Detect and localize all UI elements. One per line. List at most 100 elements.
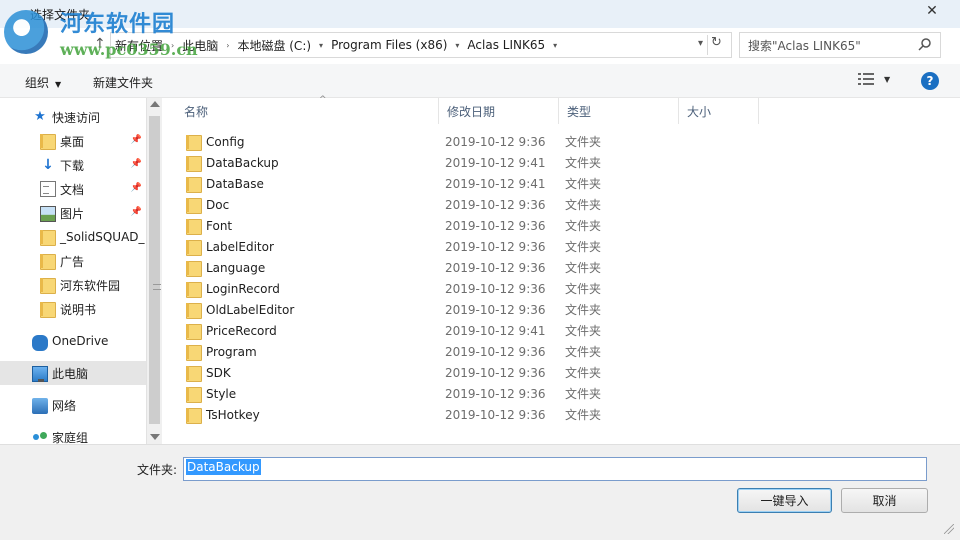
breadcrumb-item[interactable]: Aclas LINK65 ▾ xyxy=(467,38,557,52)
file-name[interactable]: DataBase xyxy=(186,176,264,193)
file-name[interactable]: LabelEditor xyxy=(186,239,274,256)
details-view-icon xyxy=(858,73,874,85)
folder-name-input[interactable]: DataBackup xyxy=(183,457,927,481)
nav-item-documents[interactable]: 文档 📌 xyxy=(0,177,146,201)
file-name[interactable]: PriceRecord xyxy=(186,323,277,340)
nav-item-downloads[interactable]: ↓ 下载 📌 xyxy=(0,153,146,177)
file-row[interactable]: Program 2019-10-12 9:36 文件夹 xyxy=(176,341,756,362)
file-row[interactable]: SDK 2019-10-12 9:36 文件夹 xyxy=(176,362,756,383)
folder-icon xyxy=(40,301,56,318)
file-list: 名称 ^ 修改日期 类型 大小 Config 2019-10-12 9:36 文件夹… xyxy=(162,95,960,444)
close-button[interactable]: ✕ xyxy=(912,0,952,22)
breadcrumb[interactable]: 新有位置 › 此电脑 › 本地磁盘 (C:) ▾ Program Files (x86… xyxy=(110,32,732,58)
scroll-down-icon[interactable] xyxy=(150,434,160,440)
chevron-down-icon[interactable]: ▾ xyxy=(455,41,459,50)
cloud-icon xyxy=(32,334,48,351)
file-row[interactable]: Style 2019-10-12 9:36 文件夹 xyxy=(176,383,756,404)
file-name[interactable]: Style xyxy=(186,386,236,403)
file-row[interactable]: Doc 2019-10-12 9:36 文件夹 xyxy=(176,194,756,215)
file-type: 文件夹 xyxy=(565,366,602,380)
nav-item-desktop[interactable]: 桌面 📌 xyxy=(0,129,146,153)
nav-item-onedrive[interactable]: OneDrive xyxy=(0,329,146,353)
folder-icon xyxy=(40,133,56,150)
breadcrumb-item[interactable]: 本地磁盘 (C:) ▾ xyxy=(237,37,323,54)
folder-icon xyxy=(186,344,202,361)
scrollbar-thumb[interactable] xyxy=(149,116,161,424)
navigation-pane: ★ 快速访问 桌面 📌 ↓ 下载 📌 文档 📌 图片 📌 _SolidSQUAD… xyxy=(0,98,162,445)
file-name[interactable]: Program xyxy=(186,344,257,361)
file-name[interactable]: Font xyxy=(186,218,232,235)
file-type: 文件夹 xyxy=(565,177,602,191)
file-date: 2019-10-12 9:36 xyxy=(445,302,546,317)
file-type: 文件夹 xyxy=(565,135,602,149)
file-type: 文件夹 xyxy=(565,303,602,317)
search-input[interactable]: 搜索"Aclas LINK65" xyxy=(739,32,941,58)
download-icon: ↓ xyxy=(42,157,54,173)
breadcrumb-item[interactable]: Program Files (x86) ▾ xyxy=(331,38,459,52)
nav-item-pictures[interactable]: 图片 📌 xyxy=(0,201,146,225)
address-history-dropdown-icon[interactable]: ▾ xyxy=(698,38,703,49)
search-icon[interactable] xyxy=(918,37,932,51)
file-row[interactable]: TsHotkey 2019-10-12 9:36 文件夹 xyxy=(176,404,756,425)
folder-icon xyxy=(40,277,56,294)
folder-icon xyxy=(186,218,202,235)
column-header-size[interactable]: 大小 xyxy=(679,98,759,124)
watermark-url: www.pc0359.cn xyxy=(60,40,198,59)
file-name[interactable]: LoginRecord xyxy=(186,281,280,298)
file-name[interactable]: Language xyxy=(186,260,265,277)
file-row[interactable]: LoginRecord 2019-10-12 9:36 文件夹 xyxy=(176,278,756,299)
nav-item-ads[interactable]: 广告 xyxy=(0,249,146,273)
pin-icon[interactable]: 📌 xyxy=(131,207,142,217)
file-name[interactable]: Config xyxy=(186,134,245,151)
file-date: 2019-10-12 9:41 xyxy=(445,176,546,191)
column-header-type[interactable]: 类型 xyxy=(559,98,679,124)
file-row[interactable]: DataBase 2019-10-12 9:41 文件夹 xyxy=(176,173,756,194)
file-type: 文件夹 xyxy=(565,324,602,338)
nav-item-this-pc[interactable]: 此电脑 xyxy=(0,361,146,385)
sort-ascending-icon: ^ xyxy=(319,95,327,105)
file-name[interactable]: TsHotkey xyxy=(186,407,260,424)
pin-icon[interactable]: 📌 xyxy=(131,183,142,193)
import-button[interactable]: 一键导入 xyxy=(737,488,832,513)
file-name[interactable]: Doc xyxy=(186,197,229,214)
file-row[interactable]: DataBackup 2019-10-12 9:41 文件夹 xyxy=(176,152,756,173)
cancel-button[interactable]: 取消 xyxy=(841,488,928,513)
pin-icon[interactable]: 📌 xyxy=(131,135,142,145)
resize-grip-icon[interactable] xyxy=(944,524,954,534)
new-folder-button[interactable]: 新建文件夹 xyxy=(93,74,153,91)
organize-button[interactable]: 组织 ▼ xyxy=(25,74,61,91)
folder-icon xyxy=(186,155,202,172)
file-row[interactable]: Font 2019-10-12 9:36 文件夹 xyxy=(176,215,756,236)
file-date: 2019-10-12 9:36 xyxy=(445,260,546,275)
file-type: 文件夹 xyxy=(565,387,602,401)
file-name[interactable]: SDK xyxy=(186,365,231,382)
file-row[interactable]: LabelEditor 2019-10-12 9:36 文件夹 xyxy=(176,236,756,257)
nav-item-hedong[interactable]: 河东软件园 xyxy=(0,273,146,297)
refresh-icon[interactable]: ↻ xyxy=(707,35,725,55)
view-options-button[interactable]: ▼ xyxy=(858,73,890,85)
file-date: 2019-10-12 9:41 xyxy=(445,323,546,338)
chevron-right-icon[interactable]: › xyxy=(226,41,229,50)
nav-item-network[interactable]: 网络 xyxy=(0,393,146,417)
nav-scrollbar[interactable] xyxy=(146,98,162,444)
nav-item-quick-access[interactable]: ★ 快速访问 xyxy=(0,105,146,129)
file-row[interactable]: PriceRecord 2019-10-12 9:41 文件夹 xyxy=(176,320,756,341)
file-row[interactable]: Config 2019-10-12 9:36 文件夹 xyxy=(176,131,756,152)
file-name[interactable]: OldLabelEditor xyxy=(186,302,294,319)
chevron-down-icon[interactable]: ▾ xyxy=(319,41,323,50)
scroll-up-icon[interactable] xyxy=(150,101,160,107)
nav-item-manual[interactable]: 说明书 xyxy=(0,297,146,321)
file-type: 文件夹 xyxy=(565,408,602,422)
homegroup-icon xyxy=(32,429,48,445)
help-icon[interactable]: ? xyxy=(921,72,939,90)
nav-item-solidsquad[interactable]: _SolidSQUAD_ xyxy=(0,225,146,249)
pin-icon[interactable]: 📌 xyxy=(131,159,142,169)
file-name[interactable]: DataBackup xyxy=(186,155,279,172)
file-row[interactable]: Language 2019-10-12 9:36 文件夹 xyxy=(176,257,756,278)
column-header-name[interactable]: 名称 ^ xyxy=(176,95,439,124)
column-header-date[interactable]: 修改日期 xyxy=(439,98,559,124)
folder-icon xyxy=(186,365,202,382)
chevron-down-icon: ▼ xyxy=(884,74,891,84)
file-row[interactable]: OldLabelEditor 2019-10-12 9:36 文件夹 xyxy=(176,299,756,320)
chevron-down-icon[interactable]: ▾ xyxy=(553,41,557,50)
